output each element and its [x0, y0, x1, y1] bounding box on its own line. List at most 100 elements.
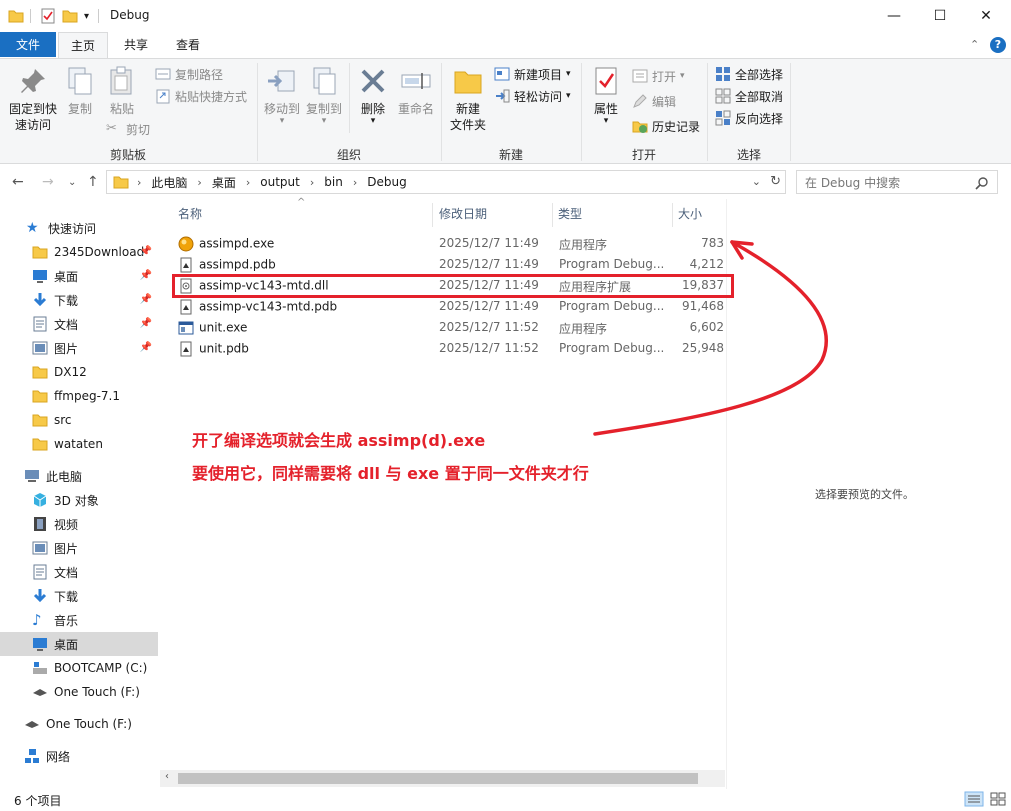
nav-item-documents-pc[interactable]: 文档	[0, 560, 158, 584]
file-row[interactable]: assimp-vc143-mtd.pdb 2025/12/7 11:49 Pro…	[174, 296, 724, 317]
tab-home[interactable]: 主页	[58, 32, 108, 58]
file-row[interactable]: unit.exe 2025/12/7 11:52 应用程序 6,602	[174, 317, 724, 338]
file-row[interactable]: assimpd.exe 2025/12/7 11:49 应用程序 783	[174, 233, 724, 254]
nav-item-3d-objects[interactable]: 3D 对象	[0, 488, 158, 512]
ribbon: 固定到快 速访问 复制 粘贴 复制路径 粘贴快捷方式 ✂ 剪切 剪贴板 移动到 …	[0, 58, 1011, 164]
paste-shortcut-button[interactable]: 粘贴快捷方式	[155, 86, 247, 106]
nav-item-dx12[interactable]: DX12	[0, 360, 158, 384]
column-divider[interactable]	[552, 203, 553, 227]
nav-item-ffmpeg[interactable]: ffmpeg-7.1	[0, 384, 158, 408]
column-type[interactable]: 类型	[558, 205, 582, 222]
history-button[interactable]: 历史记录	[632, 116, 700, 136]
nav-network[interactable]: 网络	[0, 744, 158, 768]
column-modified[interactable]: 修改日期	[439, 205, 487, 222]
easy-access-button[interactable]: 轻松访问 ▾	[494, 86, 571, 106]
select-none-button[interactable]: 全部取消	[715, 86, 783, 106]
organize-group-label: 组织	[336, 148, 361, 162]
customize-quick-access-icon[interactable]: ▾	[84, 7, 89, 25]
close-button[interactable]: ✕	[963, 0, 1009, 32]
tab-share[interactable]: 共享	[114, 32, 158, 57]
nav-quick-access[interactable]: ★ 快速访问	[0, 216, 158, 240]
nav-item-pictures[interactable]: 图片 📌	[0, 336, 158, 360]
invert-selection-button[interactable]: 反向选择	[715, 108, 783, 128]
annotation-line-2: 要使用它，同样需要将 dll 与 exe 置于同一文件夹才行	[192, 464, 589, 483]
copy-path-button[interactable]: 复制路径	[155, 64, 223, 84]
breadcrumb-output[interactable]: output	[260, 175, 300, 189]
nav-item-downloads-pc[interactable]: 下载	[0, 584, 158, 608]
ribbon-tabs: 文件 主页 共享 查看 ⌃ ?	[0, 32, 1011, 58]
nav-item-videos[interactable]: 视频	[0, 512, 158, 536]
cut-button[interactable]: ✂ 剪切	[106, 119, 150, 139]
pictures-icon	[32, 341, 48, 355]
cube-icon	[33, 493, 47, 507]
nav-item-downloads[interactable]: 下载 📌	[0, 288, 158, 312]
refresh-icon[interactable]: ↻	[770, 174, 781, 189]
nav-item-pictures-pc[interactable]: 图片	[0, 536, 158, 560]
tab-file[interactable]: 文件	[0, 32, 56, 57]
move-to-button[interactable]: 移动到 ▾	[262, 65, 302, 126]
delete-button[interactable]: 删除 ▾	[354, 65, 392, 126]
breadcrumb-this-pc[interactable]: 此电脑	[151, 174, 187, 191]
column-size[interactable]: 大小	[678, 205, 702, 222]
breadcrumb-bin[interactable]: bin	[324, 175, 343, 189]
copy-to-button[interactable]: 复制到 ▾	[304, 65, 344, 126]
select-all-button[interactable]: 全部选择	[715, 64, 783, 84]
breadcrumb-debug[interactable]: Debug	[367, 175, 406, 189]
help-icon[interactable]: ?	[990, 37, 1006, 53]
column-divider[interactable]	[672, 203, 673, 227]
open-dropdown-icon: ▾	[680, 71, 685, 81]
new-item-button[interactable]: 新建项目 ▾	[494, 64, 571, 84]
easy-access-icon	[496, 89, 510, 103]
nav-item-one-touch[interactable]: One Touch (F:)	[0, 680, 158, 704]
nav-item-desktop[interactable]: 桌面 📌	[0, 264, 158, 288]
properties-quick-icon[interactable]	[40, 7, 56, 25]
up-arrow-icon[interactable]: ↑	[87, 174, 99, 190]
copy-button[interactable]: 复制	[62, 65, 98, 117]
new-folder-quick-icon[interactable]	[62, 7, 78, 25]
pin-to-quick-access-button[interactable]: 固定到快 速访问	[6, 65, 60, 133]
forward-arrow-icon[interactable]: →	[42, 174, 54, 190]
search-input[interactable]: 在 Debug 中搜索	[796, 170, 998, 194]
maximize-button[interactable]: ☐	[917, 0, 963, 32]
open-button[interactable]: 打开 ▾	[632, 66, 685, 86]
paste-icon	[110, 66, 132, 95]
nav-item-bootcamp[interactable]: BOOTCAMP (C:)	[0, 656, 158, 680]
properties-icon	[595, 67, 617, 95]
breadcrumb-desktop[interactable]: 桌面	[212, 174, 236, 191]
navigation-pane: ★ 快速访问 2345Download 📌 桌面 📌 下载 📌 文档 📌 图片 📌 DX1…	[0, 204, 158, 789]
minimize-button[interactable]: —	[871, 0, 917, 32]
tab-view[interactable]: 查看	[166, 32, 210, 57]
select-all-icon	[716, 67, 730, 81]
properties-button[interactable]: 属性 ▾	[586, 65, 626, 126]
nav-item-desktop-pc[interactable]: 桌面	[0, 632, 158, 656]
collapse-ribbon-icon[interactable]: ⌃	[970, 38, 979, 51]
file-row[interactable]: assimpd.pdb 2025/12/7 11:49 Program Debu…	[174, 254, 724, 275]
back-arrow-icon[interactable]: ←	[12, 174, 24, 190]
download-arrow-icon	[33, 589, 47, 603]
rename-button[interactable]: 重命名	[396, 65, 436, 117]
large-icons-view-icon[interactable]	[989, 791, 1007, 807]
nav-item-wataten[interactable]: wataten	[0, 432, 158, 456]
new-folder-button[interactable]: 新建 文件夹	[446, 65, 490, 133]
nav-item-2345download[interactable]: 2345Download 📌	[0, 240, 158, 264]
horizontal-scrollbar[interactable]: ‹	[160, 770, 725, 787]
nav-drive-one-touch[interactable]: One Touch (F:)	[0, 712, 158, 736]
nav-item-documents[interactable]: 文档 📌	[0, 312, 158, 336]
address-dropdown-icon[interactable]: ⌄	[752, 175, 761, 188]
clipboard-group-label: 剪贴板	[109, 148, 146, 162]
desktop-icon	[33, 270, 47, 283]
column-divider[interactable]	[432, 203, 433, 227]
scroll-left-icon[interactable]: ‹	[165, 771, 169, 782]
details-view-icon[interactable]	[964, 791, 984, 807]
recent-locations-chevron-icon[interactable]: ⌄	[68, 177, 76, 188]
nav-item-music[interactable]: ♪ 音乐	[0, 608, 158, 632]
paste-button[interactable]: 粘贴	[102, 65, 142, 117]
select-none-icon	[715, 88, 731, 104]
column-name[interactable]: 名称	[178, 205, 202, 222]
nav-this-pc[interactable]: 此电脑	[0, 464, 158, 488]
address-bar[interactable]: › 此电脑 › 桌面 › output › bin › Debug ⌄ ↻	[106, 170, 786, 194]
scroll-thumb[interactable]	[178, 773, 698, 784]
edit-button[interactable]: 编辑	[632, 91, 676, 111]
nav-item-src[interactable]: src	[0, 408, 158, 432]
file-row[interactable]: unit.pdb 2025/12/7 11:52 Program Debug..…	[174, 338, 724, 359]
